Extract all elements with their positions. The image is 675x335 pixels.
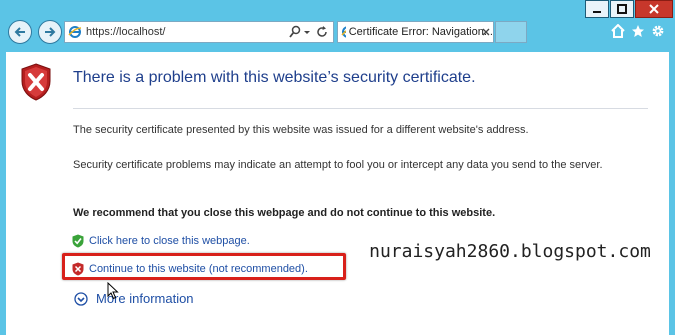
shield-error-icon xyxy=(21,63,51,101)
dropdown-icon[interactable] xyxy=(303,25,311,39)
star-icon[interactable] xyxy=(631,24,645,38)
recommendation-text: We recommend that you close this webpage… xyxy=(73,207,496,219)
mouse-cursor-icon xyxy=(107,282,119,300)
security-warning-text: Security certificate problems may indica… xyxy=(73,159,603,171)
maximize-button[interactable] xyxy=(610,0,634,18)
browser-chrome: https://localhost/ Certificate Error: Na… xyxy=(0,0,675,52)
divider xyxy=(73,108,648,109)
close-window-button[interactable] xyxy=(635,0,673,18)
toolbar-icons xyxy=(611,24,665,38)
tab-certificate-error[interactable]: Certificate Error: Navigation... xyxy=(337,21,494,43)
forward-arrow-icon xyxy=(45,27,56,37)
window-controls xyxy=(584,0,673,18)
more-information-toggle[interactable]: More information xyxy=(74,291,194,306)
new-tab-button[interactable] xyxy=(495,21,527,43)
continue-website-label[interactable]: Continue to this website (not recommende… xyxy=(89,263,308,275)
forward-button[interactable] xyxy=(38,20,62,44)
address-url[interactable]: https://localhost/ xyxy=(86,26,166,38)
shield-check-icon xyxy=(72,234,84,248)
tab-title: Certificate Error: Navigation... xyxy=(348,26,493,38)
certificate-info-text: The security certificate presented by th… xyxy=(73,124,529,136)
refresh-icon[interactable] xyxy=(316,25,328,39)
address-bar[interactable]: https://localhost/ xyxy=(64,21,334,43)
back-button[interactable] xyxy=(8,20,32,44)
shield-error-icon xyxy=(72,262,84,276)
minimize-icon xyxy=(593,11,601,13)
watermark: nuraisyah2860.blogspot.com xyxy=(355,224,665,279)
ie-icon xyxy=(341,26,346,38)
search-icon[interactable] xyxy=(289,25,301,39)
page-heading: There is a problem with this website’s s… xyxy=(73,69,476,86)
minimize-button[interactable] xyxy=(585,0,609,18)
close-webpage-label[interactable]: Click here to close this webpage. xyxy=(89,235,250,247)
ie-icon xyxy=(68,26,82,38)
close-webpage-link[interactable]: Click here to close this webpage. xyxy=(72,234,250,248)
continue-website-link[interactable]: Continue to this website (not recommende… xyxy=(72,262,308,276)
chevron-down-circle-icon xyxy=(74,291,88,306)
back-arrow-icon xyxy=(14,27,25,37)
close-icon[interactable] xyxy=(481,26,491,38)
close-icon xyxy=(649,4,659,14)
gear-icon[interactable] xyxy=(651,24,665,38)
home-icon[interactable] xyxy=(611,24,625,38)
maximize-icon xyxy=(617,4,627,14)
